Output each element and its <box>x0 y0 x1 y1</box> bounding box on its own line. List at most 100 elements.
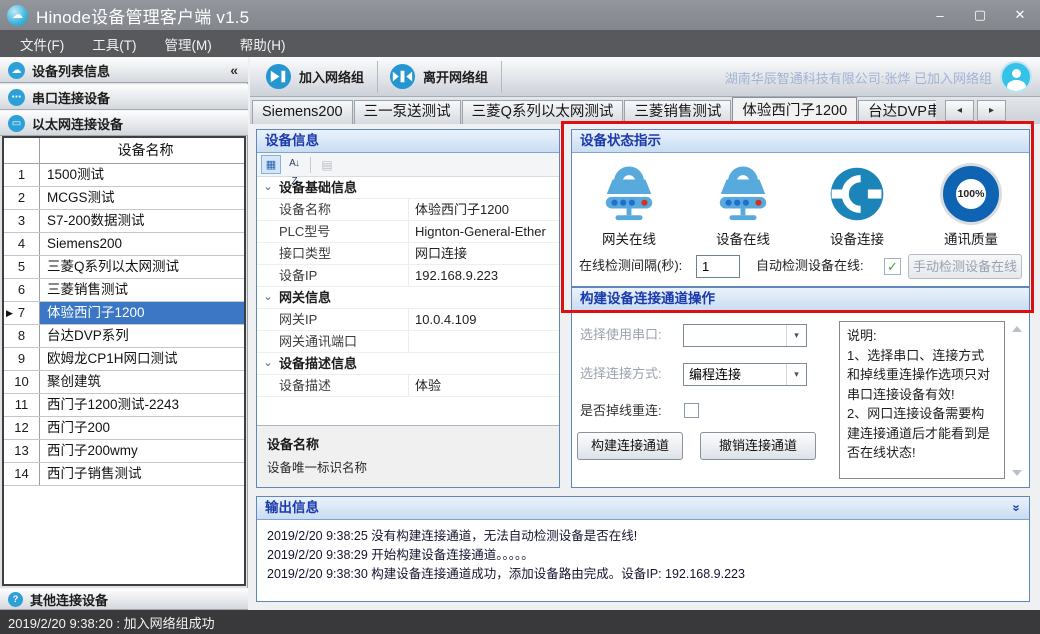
serial-section-label: 串口连接设备 <box>32 88 110 107</box>
note-line: 2、网口连接设备需要构建连接通道后才能看到是否在线状态! <box>847 404 997 463</box>
categorized-view-icon[interactable]: ▦ <box>261 155 281 174</box>
app-logo-icon: ☁ <box>7 5 28 26</box>
menu-bar: 文件(F) 工具(T) 管理(M) 帮助(H) <box>0 30 1040 57</box>
minimize-button[interactable]: – <box>920 0 960 30</box>
table-row[interactable]: 13西门子200wmy <box>4 440 244 463</box>
property-row[interactable]: 网关通讯端口 <box>257 331 559 353</box>
channel-panel-header: 构建设备连接通道操作 <box>572 288 1029 311</box>
property-description-text: 设备唯一标识名称 <box>267 457 549 476</box>
output-collapse-icon[interactable]: « <box>1004 504 1026 511</box>
device-tab-bar: Siemens200 三一泵送测试 三菱Q系列以太网测试 三菱销售测试 体验西门… <box>250 97 1040 124</box>
combo-arrow-icon: ▾ <box>786 364 806 385</box>
output-panel: 输出信息 « 2019/2/20 9:38:25 没有构建连接通道，无法自动检测… <box>256 496 1030 602</box>
indicator-gateway-online: 网关在线 <box>572 162 686 248</box>
table-row[interactable]: 14西门子销售测试 <box>4 463 244 486</box>
sidebar-section-ethernet[interactable]: ▭ 以太网连接设备 <box>0 110 248 136</box>
serial-select-label: 选择使用串口: <box>580 323 662 347</box>
menu-file[interactable]: 文件(F) <box>6 30 78 57</box>
table-row[interactable]: 3S7-200数据测试 <box>4 210 244 233</box>
property-row[interactable]: 设备描述体验 <box>257 375 559 397</box>
table-row[interactable]: 12西门子200 <box>4 417 244 440</box>
scroll-up-icon[interactable] <box>1012 326 1022 332</box>
log-line: 2019/2/20 9:38:30 构建设备连接通道成功，添加设备路由完成。设备… <box>267 565 1019 584</box>
interval-input[interactable] <box>696 255 740 278</box>
device-connect-icon <box>828 165 886 223</box>
avatar-head <box>1012 69 1021 78</box>
reconnect-label: 是否掉线重连: <box>580 399 662 423</box>
status-panel-header: 设备状态指示 <box>572 130 1029 153</box>
device-online-icon <box>712 165 774 223</box>
log-line: 2019/2/20 9:38:25 没有构建连接通道，无法自动检测设备是否在线! <box>267 527 1019 546</box>
sidebar-section-serial[interactable]: ⋯ 串口连接设备 <box>0 84 248 110</box>
scroll-down-icon[interactable] <box>1012 470 1022 476</box>
property-description-box: 设备名称 设备唯一标识名称 <box>257 425 559 487</box>
table-row[interactable]: 11500测试 <box>4 164 244 187</box>
manual-check-button[interactable]: 手动检测设备在线 <box>908 254 1022 279</box>
serial-select-combo[interactable]: ▾ <box>683 324 807 347</box>
tab-delta-dvp[interactable]: 台达DVP串口测试 <box>858 100 936 124</box>
title-bar: ☁ Hinode设备管理客户端 v1.5 – ▢ ✕ <box>0 0 1040 30</box>
toolbar-separator <box>310 157 311 173</box>
table-row[interactable]: 10聚创建筑 <box>4 371 244 394</box>
menu-tools[interactable]: 工具(T) <box>78 30 150 57</box>
build-channel-button[interactable]: 构建连接通道 <box>577 432 683 460</box>
sidebar-title: 设备列表信息 <box>32 61 110 80</box>
note-line: 1、选择串口、连接方式和掉线重连操作选项只对串口连接设备有效! <box>847 346 997 405</box>
gateway-online-icon <box>598 165 660 223</box>
property-row[interactable]: 设备IP192.168.9.223 <box>257 265 559 287</box>
property-row[interactable]: 接口类型网口连接 <box>257 243 559 265</box>
property-grid-toolbar: ▦ A↓Z ▤ <box>257 153 559 177</box>
comm-quality-donut-icon: 100% <box>943 166 999 222</box>
tab-siemens1200-active[interactable]: 体验西门子1200 <box>732 97 857 124</box>
revoke-channel-button[interactable]: 撤销连接通道 <box>700 432 816 460</box>
property-row[interactable]: 网关IP10.0.4.109 <box>257 309 559 331</box>
auto-check-checkbox[interactable]: ✓ <box>884 258 901 275</box>
log-line: 2019/2/20 9:38:29 开始构建设备连接通道。。。。。 <box>267 546 1019 565</box>
tab-scroll-left-button[interactable]: ◂ <box>945 100 974 121</box>
device-info-header: 设备信息 <box>257 130 559 153</box>
table-row[interactable]: 6三菱销售测试 <box>4 279 244 302</box>
output-log-list: 2019/2/20 9:38:25 没有构建连接通道，无法自动检测设备是否在线!… <box>257 520 1029 591</box>
table-row[interactable]: 5三菱Q系列以太网测试 <box>4 256 244 279</box>
maximize-button[interactable]: ▢ <box>960 0 1000 30</box>
company-status-text: 湖南华辰智通科技有限公司:张烨 已加入网络组 <box>725 57 992 97</box>
menu-help[interactable]: 帮助(H) <box>226 30 300 57</box>
comm-quality-value: 100% <box>958 188 985 200</box>
leave-network-button[interactable]: 离开网络组 <box>380 61 502 93</box>
tab-mitsubishi-q[interactable]: 三菱Q系列以太网测试 <box>462 100 624 124</box>
table-row[interactable]: 2MCGS测试 <box>4 187 244 210</box>
output-panel-header: 输出信息 « <box>257 497 1029 520</box>
table-row[interactable]: 8台达DVP系列 <box>4 325 244 348</box>
property-group-description[interactable]: ⌄ 设备描述信息 <box>257 353 559 375</box>
tab-siemens200[interactable]: Siemens200 <box>252 100 353 124</box>
alphabetical-sort-icon[interactable]: A↓Z <box>284 155 304 174</box>
sidebar-header: ☁ 设备列表信息 « <box>0 57 248 83</box>
tab-sany-pump[interactable]: 三一泵送测试 <box>354 100 461 124</box>
sidebar-collapse-button[interactable]: « <box>230 62 238 78</box>
mode-select-combo[interactable]: 编程连接 ▾ <box>683 363 807 386</box>
property-group-basic[interactable]: ⌄ 设备基础信息 <box>257 177 559 199</box>
sidebar-section-other[interactable]: ? 其他连接设备 <box>0 588 248 610</box>
tab-mitsubishi-sales[interactable]: 三菱销售测试 <box>624 100 731 124</box>
table-row[interactable]: 9欧姆龙CP1H网口测试 <box>4 348 244 371</box>
indicator-comm-quality: 100% 通讯质量 <box>914 162 1028 248</box>
tab-scroll-right-button[interactable]: ▸ <box>977 100 1006 121</box>
close-button[interactable]: ✕ <box>1000 0 1040 30</box>
join-network-button[interactable]: 加入网络组 <box>256 61 378 93</box>
table-row-selected[interactable]: ▶7 体验西门子1200 <box>4 302 244 325</box>
status-bar-text: 2019/2/20 9:38:20 : 加入网络组成功 <box>8 613 215 632</box>
reconnect-checkbox[interactable] <box>684 403 699 418</box>
selected-row-marker: ▶ <box>6 302 13 324</box>
property-row[interactable]: PLC型号Hignton-General-Ether <box>257 221 559 243</box>
auto-check-label: 自动检测设备在线: <box>756 254 864 278</box>
indicator-device-online: 设备在线 <box>686 162 800 248</box>
property-description-title: 设备名称 <box>267 434 549 453</box>
chevron-down-icon: ⌄ <box>257 353 279 374</box>
serial-device-icon: ⋯ <box>8 89 25 106</box>
menu-manage[interactable]: 管理(M) <box>151 30 226 57</box>
property-row[interactable]: 设备名称体验西门子1200 <box>257 199 559 221</box>
table-row[interactable]: 4Siemens200 <box>4 233 244 256</box>
channel-note-box: 说明: 1、选择串口、连接方式和掉线重连操作选项只对串口连接设备有效! 2、网口… <box>839 321 1005 479</box>
property-group-gateway[interactable]: ⌄ 网关信息 <box>257 287 559 309</box>
table-row[interactable]: 11西门子1200测试-2243 <box>4 394 244 417</box>
